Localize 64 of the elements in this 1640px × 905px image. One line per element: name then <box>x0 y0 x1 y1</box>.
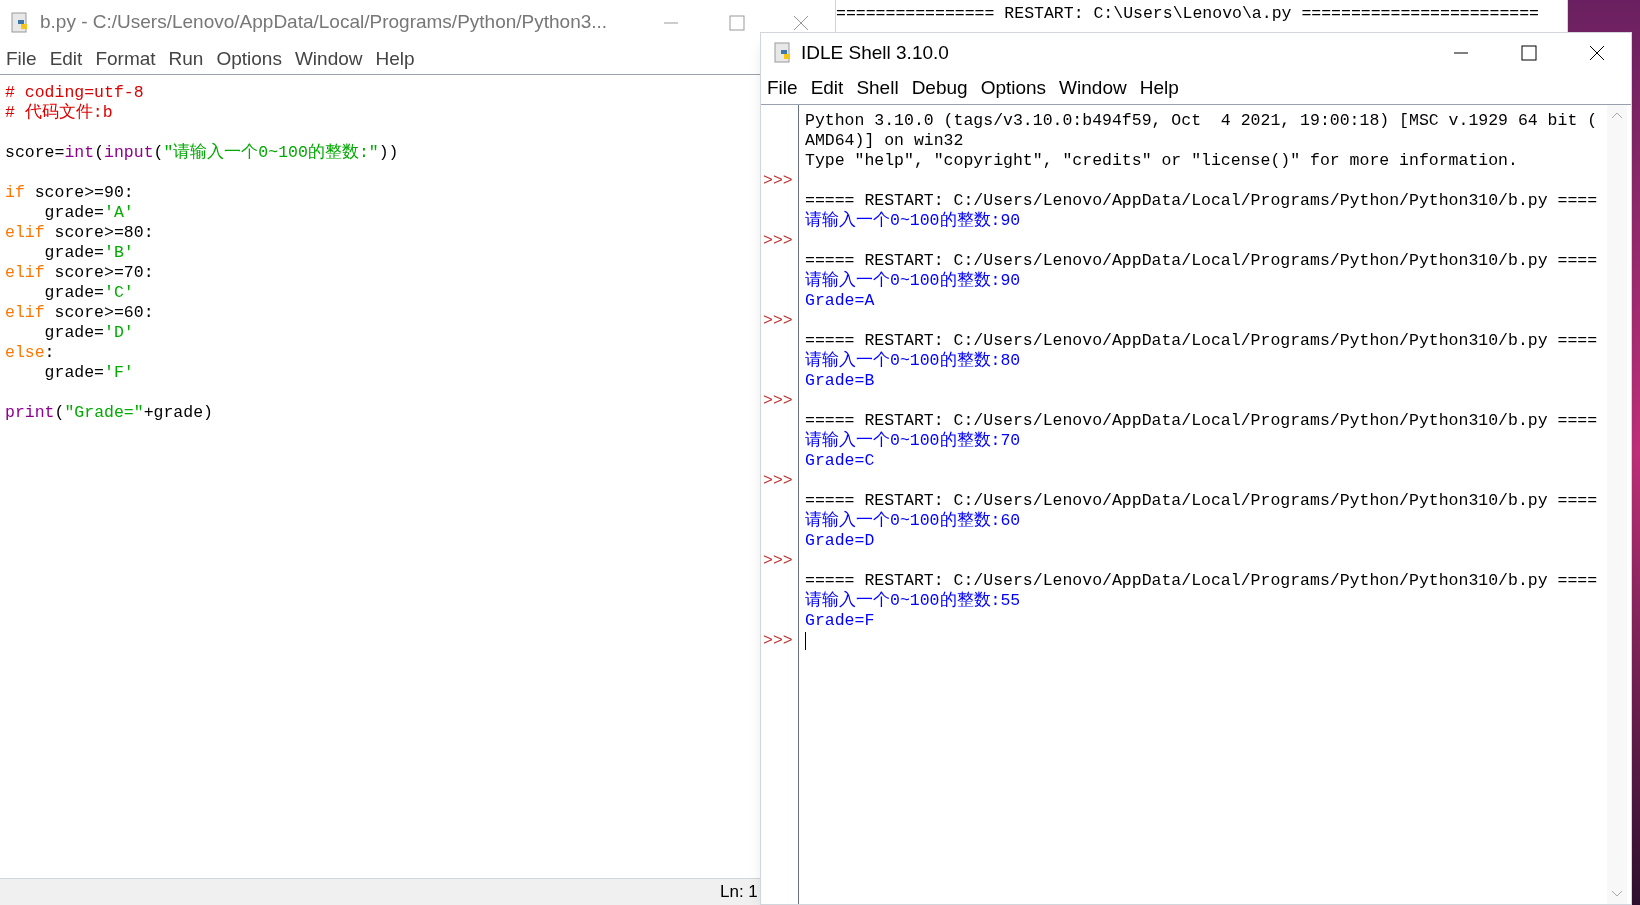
menu-item[interactable]: Edit <box>49 45 83 74</box>
code-line: print("Grade="+grade) <box>5 403 213 423</box>
shell-line: 请输入一个0~100的整数:55 <box>805 591 1021 611</box>
maximize-icon[interactable] <box>729 14 745 31</box>
code-line: # 代码文件:b <box>5 103 113 123</box>
menu-item[interactable]: Shell <box>856 74 899 103</box>
code-line: if score>=90: <box>5 183 134 203</box>
window-title: IDLE Shell 3.10.0 <box>801 40 949 65</box>
code-line: grade='D' <box>43 323 134 343</box>
menu-item[interactable]: Help <box>375 45 415 74</box>
code-line: elif score>=60: <box>5 303 154 323</box>
shell-line: AMD64)] on win32 <box>805 131 964 151</box>
code-line: grade='C' <box>43 283 134 303</box>
maximize-icon[interactable] <box>1521 45 1537 61</box>
menu-item[interactable]: Edit <box>810 74 844 103</box>
scroll-down-icon[interactable] <box>1611 890 1623 898</box>
shell-line: Grade=A <box>805 291 875 311</box>
menu-item[interactable]: Options <box>980 74 1047 103</box>
shell-line: Python 3.10.0 (tags/v3.10.0:b494f59, Oct 4 2021, 19:00:18) [MSC v.1929 64 bit ( <box>805 111 1598 131</box>
shell-line: Grade=B <box>805 371 875 391</box>
prompt-marker: >>> <box>763 391 793 410</box>
window-title: b.py - C:/Users/Lenovo/AppData/Local/Programs/Python/Python3... <box>40 10 608 35</box>
code-line: grade='B' <box>43 243 134 263</box>
menu-item[interactable]: Options <box>216 45 282 74</box>
prompt-marker: >>> <box>763 231 793 250</box>
shell-line: Grade=D <box>805 531 875 551</box>
shell-line: ===== RESTART: C:/Users/Lenovo/AppData/Local/Programs/Python/Python310/b.py ==== <box>805 491 1598 511</box>
prompt-marker: >>> <box>763 311 793 330</box>
prompt-marker: >>> <box>763 171 793 190</box>
shell-line: 请输入一个0~100的整数:90 <box>805 271 1021 291</box>
menu-item[interactable]: Debug <box>911 74 968 103</box>
shell-line: ================ RESTART: C:\Users\Lenovo\a.py ======================== <box>836 4 1539 24</box>
menu-item[interactable]: Window <box>1059 74 1127 103</box>
shell-line: Type "help", "copyright", "credits" or "license()" for more information. <box>805 151 1518 171</box>
close-icon[interactable] <box>1589 45 1605 61</box>
line-number-status: Ln: 1 <box>720 881 758 904</box>
shell-line: 请输入一个0~100的整数:60 <box>805 511 1021 531</box>
shell-line: 请输入一个0~100的整数:90 <box>805 211 1021 231</box>
shell-line: ===== RESTART: C:/Users/Lenovo/AppData/Local/Programs/Python/Python310/b.py ==== <box>805 571 1598 591</box>
shell-line: Grade=C <box>805 451 875 471</box>
prompt-marker: >>> <box>763 471 793 490</box>
shell-line: 请输入一个0~100的整数:80 <box>805 351 1021 371</box>
code-line: grade='A' <box>43 203 134 223</box>
shell-line: ===== RESTART: C:/Users/Lenovo/AppData/Local/Programs/Python/Python310/b.py ==== <box>805 191 1598 211</box>
code-line: # coding=utf-8 <box>5 83 144 103</box>
code-line: elif score>=80: <box>5 223 154 243</box>
code-line: grade='F' <box>43 363 134 383</box>
menu-item[interactable]: Format <box>95 45 156 74</box>
menu-item[interactable]: Window <box>294 45 363 74</box>
shell-line: ===== RESTART: C:/Users/Lenovo/AppData/Local/Programs/Python/Python310/b.py ==== <box>805 331 1598 351</box>
menu-item[interactable]: File <box>767 74 798 103</box>
shell-line: ===== RESTART: C:/Users/Lenovo/AppData/Local/Programs/Python/Python310/b.py ==== <box>805 251 1598 271</box>
menu-item[interactable]: Run <box>168 45 204 74</box>
code-line: score=int(input("请输入一个0~100的整数:")) <box>5 143 399 163</box>
prompt-marker: >>> <box>763 551 793 570</box>
scroll-up-icon[interactable] <box>1611 111 1623 119</box>
menu-item[interactable]: Help <box>1139 74 1179 103</box>
prompt-marker: >>> <box>763 631 793 650</box>
shell-line: Grade=F <box>805 611 875 631</box>
shell-line: ===== RESTART: C:/Users/Lenovo/AppData/Local/Programs/Python/Python310/b.py ==== <box>805 411 1598 431</box>
shell-line: 请输入一个0~100的整数:70 <box>805 431 1021 451</box>
code-line: else: <box>5 343 55 363</box>
menu-item[interactable]: File <box>6 45 37 74</box>
code-line: elif score>=70: <box>5 263 154 283</box>
